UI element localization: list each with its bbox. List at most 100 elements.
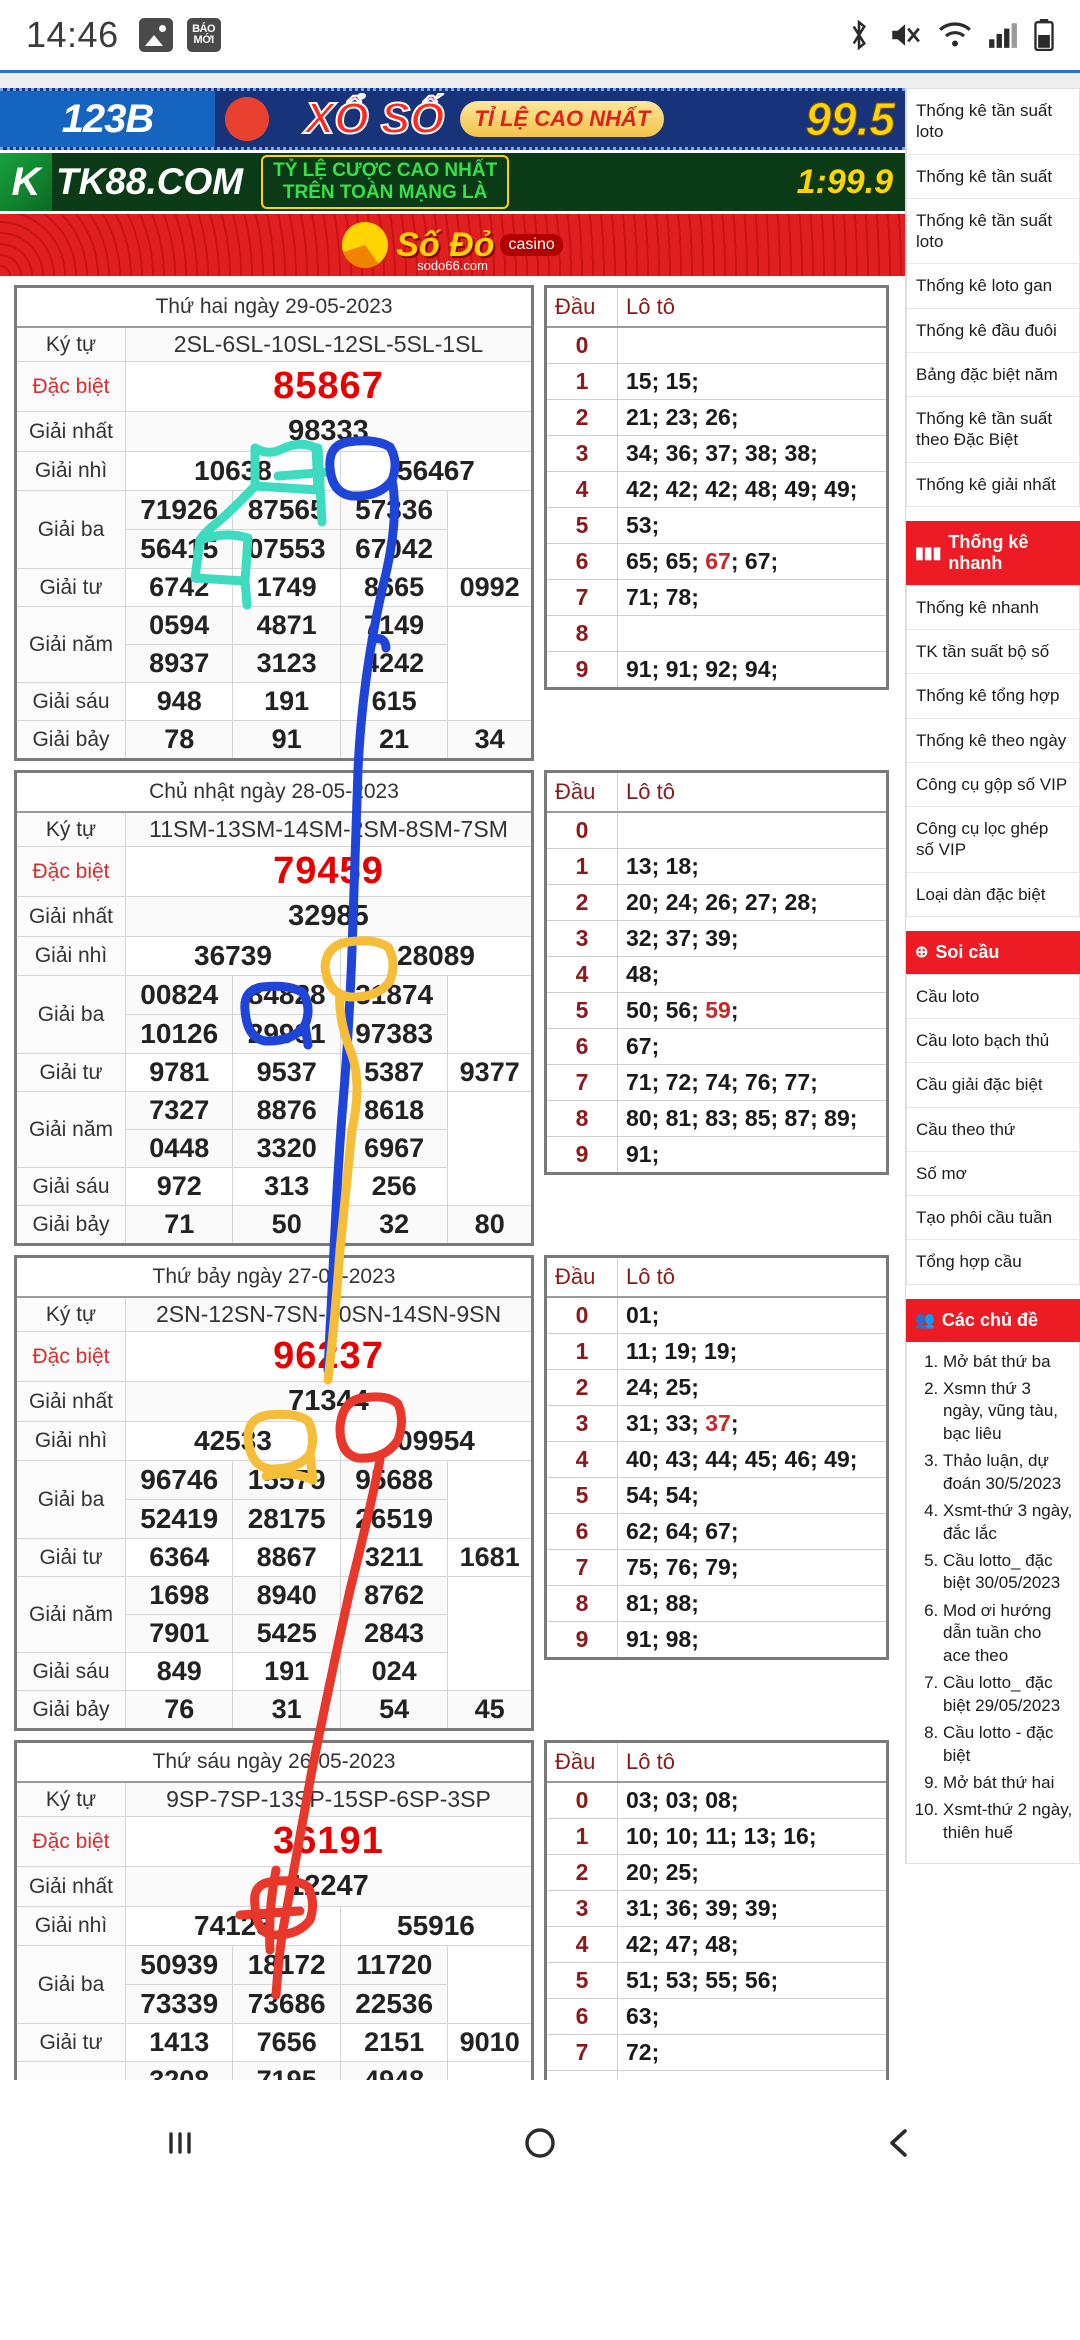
loto-dau: 8 — [545, 1585, 618, 1622]
bluetooth-icon — [852, 19, 866, 51]
sidebar-item[interactable]: TK tần suất bộ số — [907, 630, 1079, 675]
loto-row: 0 03; 03; 08; — [545, 1781, 888, 1819]
loto-numbers: 81; 88; — [617, 1585, 888, 1622]
loto-row: 6 62; 64; 67; — [545, 1513, 888, 1550]
prize-value: 7901 — [124, 1614, 234, 1653]
prize-value: 71 — [124, 1205, 234, 1245]
sidebar-item[interactable]: Tổng hợp cầu — [907, 1240, 1079, 1285]
prize-value: 9010 — [447, 2023, 533, 2062]
loto-numbers: 53; — [617, 507, 888, 544]
sidebar-item[interactable]: Thống kê loto gan — [907, 264, 1079, 309]
sidebar-topic-item[interactable]: Thảo luận, dự đoán 30/5/2023 — [943, 1450, 1073, 1495]
sidebar-item[interactable]: Thống kê tần suất — [907, 155, 1079, 199]
prize-value: 32985 — [125, 896, 533, 937]
sidebar-topic-item[interactable]: Cầu lotto_ đặc biệt 29/05/2023 — [943, 1672, 1073, 1717]
sidebar-item[interactable]: Thống kê nhanh — [907, 586, 1079, 630]
sidebar-item[interactable]: Số mơ — [907, 1152, 1079, 1196]
loto-dau: 2 — [545, 1369, 618, 1406]
sidebar-topic-item[interactable]: Mod ơi hướng dẫn tuần cho ace theo — [943, 1600, 1073, 1667]
sidebar-topic-item[interactable]: Xsmt-thứ 2 ngày, thiên huế — [943, 1799, 1073, 1844]
sidebar-item[interactable]: Loại dàn đặc biệt — [907, 873, 1079, 917]
loto-row: 7 71; 72; 74; 76; 77; — [545, 1064, 888, 1101]
sidebar-item[interactable]: Cầu loto bạch thủ — [907, 1019, 1079, 1064]
sidebar-item[interactable]: Thống kê theo ngày — [907, 719, 1079, 763]
sidebar-section-thongke-title: Thống kê nhanh — [948, 531, 1029, 573]
banner-tk88-tagline-line2: TRÊN TOÀN MẠNG LÀ — [282, 182, 488, 203]
sidebar-item[interactable]: Thống kê tổng hợp — [907, 674, 1079, 719]
loto-numbers: 50; 56; 59; — [617, 992, 888, 1029]
loto-row: 4 42; 47; 48; — [545, 1926, 888, 1963]
loto-numbers: 42; 42; 42; 48; 49; 49; — [617, 471, 888, 508]
loto-numbers: 15; 15; — [617, 363, 888, 400]
prize-label: Giải nhất — [15, 1866, 126, 1907]
loto-row: 3 34; 36; 37; 38; 38; — [545, 435, 888, 472]
prize-value: 256 — [339, 1167, 449, 1206]
loto-row: 1 15; 15; — [545, 363, 888, 400]
ad-banner-sodo[interactable]: Số Đỏ casino sodo66.com — [0, 214, 905, 276]
sidebar-item[interactable]: Tạo phôi cầu tuần — [907, 1196, 1079, 1241]
result-date: Thứ hai ngày 29-05-2023 — [15, 286, 533, 328]
sidebar-item[interactable]: Thống kê giải nhất — [907, 463, 1079, 507]
sidebar-item[interactable]: Thống kê tần suất theo Đặc Biệt — [907, 397, 1079, 463]
prize-value: 31874 — [339, 975, 449, 1015]
prize-value: 2151 — [339, 2023, 449, 2062]
prize-value: 55916 — [339, 1906, 534, 1946]
sidebar-section-chude-title: Các chủ đề — [941, 1309, 1038, 1330]
banner-123b-number: 99.5 — [805, 93, 896, 146]
sidebar-topic-item[interactable]: Xsmn thứ 3 ngày, vũng tàu, bạc liêu — [943, 1378, 1073, 1445]
sidebar-topic-item[interactable]: Cầu lotto_ đặc biệt 30/05/2023 — [943, 1550, 1073, 1595]
prize-value: 1413 — [124, 2023, 234, 2062]
back-icon[interactable] — [878, 2121, 922, 2170]
prize-value: 87565 — [232, 490, 341, 530]
prize-value: 31 — [232, 1690, 341, 1730]
loto-numbers: 13; 18; — [617, 848, 888, 885]
loto-numbers: 63; — [617, 1998, 888, 2035]
prize-value: 57336 — [339, 490, 449, 530]
loto-row: 3 31; 36; 39; 39; — [545, 1890, 888, 1927]
loto-numbers: 91; 91; 92; 94; — [617, 651, 888, 689]
loto-dau: 7 — [545, 2034, 618, 2071]
sidebar-topic-item[interactable]: Cầu lotto - đặc biệt — [943, 1722, 1073, 1767]
prize-label: Giải bảy — [15, 1205, 126, 1245]
sidebar-topic-item[interactable]: Mở bát thứ hai — [943, 1772, 1073, 1794]
ad-banner-tk88[interactable]: K TK88.COM TỶ LỆ CƯỢC CAO NHẤT TRÊN TOÀN… — [0, 153, 905, 211]
sidebar-item[interactable]: Thống kê đầu đuôi — [907, 309, 1079, 353]
loto-numbers: 24; 25; — [617, 1369, 888, 1406]
ad-banner-123b[interactable]: 123B XỔ SỐ TỈ LỆ CAO NHẤT 99.5 — [0, 88, 905, 150]
prize-row: Giải sáu 849 191 024 — [15, 1652, 533, 1691]
sidebar-item[interactable]: Công cụ gộp số VIP — [907, 763, 1079, 807]
loto-numbers — [617, 326, 888, 364]
prize-value: 8618 — [339, 1091, 449, 1130]
home-icon[interactable] — [518, 2121, 562, 2170]
prize-value: 73686 — [232, 1984, 341, 2024]
sidebar-item[interactable]: Bảng đặc biệt năm — [907, 353, 1079, 397]
sidebar-item[interactable]: Cầu giải đặc biệt — [907, 1063, 1079, 1108]
sidebar-item[interactable]: Thống kê tần suất loto — [907, 199, 1079, 265]
prize-row: Giải năm 0594 4871 7149 — [15, 606, 533, 683]
loto-row: 4 40; 43; 44; 45; 46; 49; — [545, 1441, 888, 1478]
prize-value: 28089 — [339, 936, 534, 976]
loto-dau: 4 — [545, 1441, 618, 1478]
loto-row: 6 67; — [545, 1028, 888, 1065]
prize-row: Giải nhì 42533 09954 — [15, 1421, 534, 1461]
sidebar-item[interactable]: Công cụ lọc ghép số VIP — [907, 807, 1079, 873]
banner-tk88-tagline-line1: TỶ LỆ CƯỢC CAO NHẤT — [273, 160, 498, 182]
prize-value: 98333 — [125, 411, 533, 452]
baomoi-line2: MỚI — [193, 34, 215, 46]
prize-value: 6742 — [124, 568, 234, 607]
loto-row: 9 91; — [545, 1136, 888, 1174]
prize-label: Giải ba — [15, 975, 126, 1054]
prize-value: 97383 — [339, 1014, 449, 1054]
loto-numbers: 32; 37; 39; — [617, 920, 888, 957]
recent-apps-icon[interactable] — [158, 2121, 202, 2170]
sidebar-topic-item[interactable]: Xsmt-thứ 3 ngày, đắc lắc — [943, 1500, 1073, 1545]
sidebar-item[interactable]: Cầu loto — [907, 975, 1079, 1019]
sidebar-section-chude-header: 👥 Các chủ đề — [906, 1298, 1080, 1342]
sidebar-item[interactable]: Cầu theo thứ — [907, 1108, 1079, 1152]
sidebar-item[interactable]: Thống kê tần suất loto — [907, 89, 1079, 155]
loto-head-dau: Đầu — [545, 771, 618, 813]
prize-label: Giải ba — [15, 1460, 126, 1539]
prize-row: Giải ba 50939 18172 11720 — [15, 1945, 533, 2024]
sidebar-topic-item[interactable]: Mở bát thứ ba — [943, 1351, 1073, 1373]
prize-label: Giải nhì — [15, 1421, 126, 1461]
